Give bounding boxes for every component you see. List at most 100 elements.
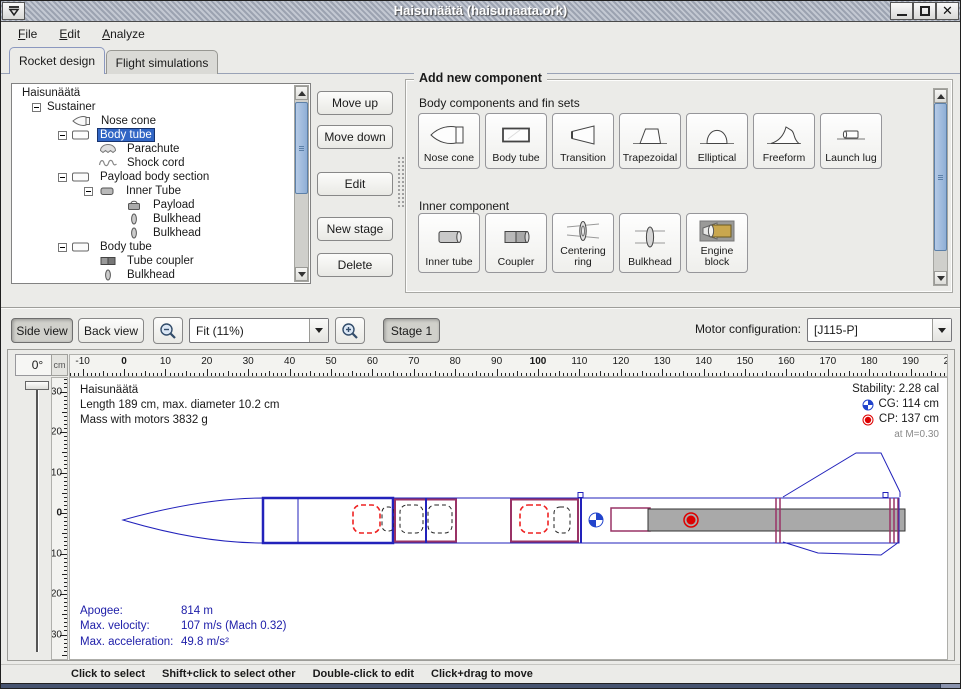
tree-item-bulkhead[interactable]: Bulkhead [14, 268, 293, 281]
cg-icon [862, 399, 874, 411]
launch-lug-shape[interactable] [578, 493, 583, 498]
tab-flight-simulations[interactable]: Flight simulations [106, 50, 218, 74]
component-button-label: Engine block [688, 246, 746, 269]
maximize-button[interactable] [913, 2, 936, 20]
menu-file[interactable]: File [7, 25, 48, 43]
tree-item-label: Parachute [125, 143, 181, 155]
stability-info: Stability: 2.28 cal CG: 114 cm CP: 137 c… [852, 382, 939, 442]
tree-item-bulkhead[interactable]: Bulkhead [14, 212, 293, 226]
tree-item-nose-cone[interactable]: Nose cone [14, 114, 293, 128]
minimize-button[interactable] [890, 2, 913, 20]
combo-dropdown-button[interactable] [932, 319, 951, 341]
separator [1, 307, 960, 309]
shock-cord-icon [98, 157, 118, 169]
window-menu-button[interactable] [2, 2, 25, 20]
tree-item-shock-cord[interactable]: Shock cord [14, 156, 293, 170]
splitter-handle[interactable] [397, 156, 404, 208]
add-coupler-button[interactable]: Coupler [485, 213, 547, 273]
tree-item-sustainer[interactable]: Sustainer [14, 100, 293, 114]
tree-item-parachute[interactable]: Parachute [14, 142, 293, 156]
zoom-in-button[interactable] [335, 317, 365, 344]
delete-button[interactable]: Delete [317, 253, 393, 277]
launch-lug-shape[interactable] [883, 493, 888, 498]
tree-expander-icon[interactable] [32, 103, 41, 112]
back-view-button[interactable]: Back view [78, 318, 144, 343]
launch-lug-icon [831, 117, 871, 153]
title-bar[interactable]: Haisunäätä (haisunaata.ork) ✕ [1, 1, 960, 22]
parachute-shape[interactable] [353, 505, 380, 533]
tree-item-label: Nose cone [99, 115, 158, 127]
tree-item-bulkhead[interactable]: Bulkhead [14, 226, 293, 240]
fin-shape[interactable] [783, 453, 900, 497]
tab-rocket-design[interactable]: Rocket design [9, 47, 105, 74]
scrollbar-thumb[interactable] [295, 102, 308, 194]
move-up-button[interactable]: Move up [317, 91, 393, 115]
rotation-slider-handle[interactable] [25, 381, 49, 390]
tree-item-body-tube[interactable]: Body tube [14, 240, 293, 254]
scrollbar-track[interactable] [934, 103, 947, 271]
horizontal-ruler: -100102030405060708090100110120130140150… [69, 354, 948, 377]
scroll-up-button[interactable] [934, 89, 947, 103]
tree-item-payload-body-section[interactable]: Payload body section [14, 170, 293, 184]
scroll-down-button[interactable] [295, 267, 308, 281]
add-transition-button[interactable]: Transition [552, 113, 614, 169]
add-body-tube-button[interactable]: Body tube [485, 113, 547, 169]
tree-item-haisunäätä[interactable]: Haisunäätä [14, 86, 293, 100]
zoom-level-select[interactable]: Fit (11%) [189, 318, 329, 343]
fin-shape[interactable] [783, 542, 899, 555]
tree-expander-icon[interactable] [58, 173, 67, 182]
add-inner-tube-button[interactable]: Inner tube [418, 213, 480, 273]
component-button-row: Nose coneBody tubeTransitionTrapezoidalE… [418, 113, 882, 169]
component-tree[interactable]: HaisunäätäSustainerNose coneBody tubePar… [14, 86, 293, 281]
scroll-down-button[interactable] [934, 271, 947, 285]
centering-ring-icon [563, 217, 603, 246]
add-bulkhead-button[interactable]: Bulkhead [619, 213, 681, 273]
stage-1-toggle[interactable]: Stage 1 [383, 318, 440, 343]
menu-analyze[interactable]: Analyze [91, 25, 156, 43]
cp-value: CP: 137 cm [879, 412, 939, 427]
rotation-slider-track[interactable] [36, 384, 38, 652]
tree-expander-icon[interactable] [58, 243, 67, 252]
add-trapezoidal-button[interactable]: Trapezoidal [619, 113, 681, 169]
side-view-button[interactable]: Side view [11, 318, 73, 343]
tree-expander-icon[interactable] [58, 131, 67, 140]
add-centering-ring-button[interactable]: Centering ring [552, 213, 614, 273]
tube-coupler-shape[interactable] [611, 508, 650, 531]
close-icon: ✕ [942, 6, 953, 16]
back-view-label: Back view [84, 324, 138, 338]
tree-scrollbar[interactable] [294, 85, 309, 282]
minimize-icon [897, 13, 907, 16]
add-engine-block-button[interactable]: Engine block [686, 213, 748, 273]
add-elliptical-button[interactable]: Elliptical [686, 113, 748, 169]
tree-item-inner-tube[interactable]: Inner Tube [14, 184, 293, 198]
add-freeform-button[interactable]: Freeform [753, 113, 815, 169]
scrollbar-thumb[interactable] [934, 103, 947, 251]
motor-configuration-select[interactable]: [J115-P] [807, 318, 952, 342]
engine-block-icon [697, 217, 737, 246]
edit-button[interactable]: Edit [317, 172, 393, 196]
status-hint: Click to select [71, 668, 145, 680]
cp-icon [862, 414, 874, 426]
body-tube-icon [71, 129, 91, 141]
close-button[interactable]: ✕ [936, 2, 959, 20]
body-tube-icon [71, 241, 91, 253]
tree-expander-icon[interactable] [84, 187, 93, 196]
tree-item-label: Bulkhead [151, 227, 203, 239]
tree-item-body-tube[interactable]: Body tube [14, 128, 293, 142]
resize-grip[interactable] [940, 684, 960, 689]
rocket-canvas[interactable]: Haisunäätä Length 189 cm, max. diameter … [69, 377, 948, 660]
window-bottom-edge[interactable] [1, 683, 960, 689]
menu-edit[interactable]: Edit [48, 25, 91, 43]
tree-item-payload[interactable]: Payload [14, 198, 293, 212]
zoom-out-button[interactable] [153, 317, 183, 344]
nose-cone-shape[interactable] [123, 498, 263, 543]
add-nose-cone-button[interactable]: Nose cone [418, 113, 480, 169]
component-scrollbar[interactable] [933, 88, 948, 286]
tree-item-tube-coupler[interactable]: Tube coupler [14, 254, 293, 268]
add-launch-lug-button[interactable]: Launch lug [820, 113, 882, 169]
combo-dropdown-button[interactable] [309, 319, 328, 342]
move-down-button[interactable]: Move down [317, 125, 393, 149]
scroll-up-button[interactable] [295, 86, 308, 100]
scrollbar-track[interactable] [295, 100, 308, 267]
new-stage-button[interactable]: New stage [317, 217, 393, 241]
